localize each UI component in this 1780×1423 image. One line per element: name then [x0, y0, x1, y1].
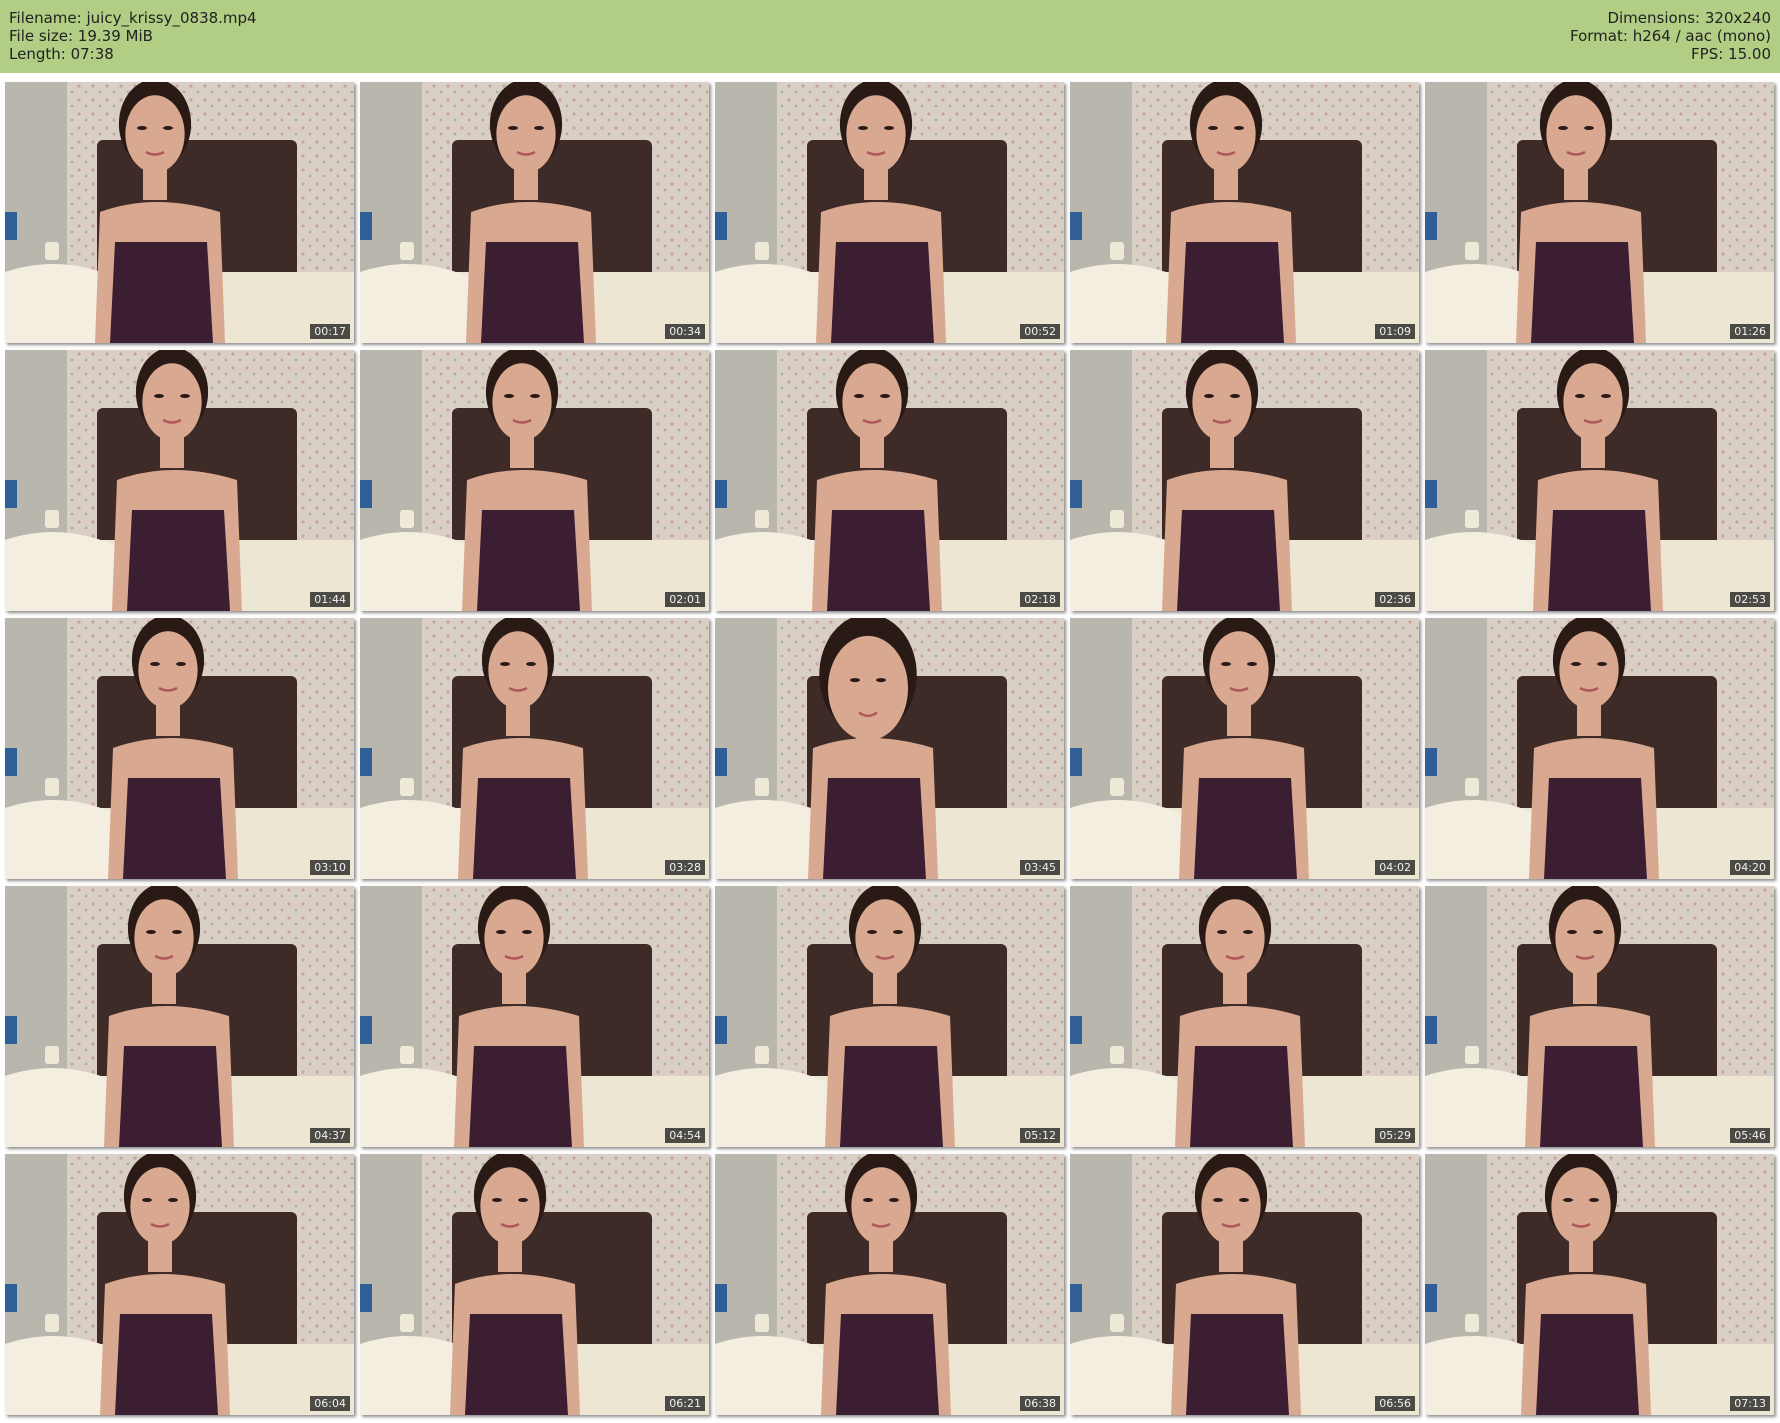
fps-line: FPS: 15.00 — [1570, 45, 1771, 63]
timestamp-label: 05:46 — [1730, 1128, 1770, 1143]
video-thumbnail[interactable]: 06:38 — [715, 1154, 1064, 1415]
timestamp-label: 00:52 — [1020, 324, 1060, 339]
video-thumbnail[interactable]: 00:52 — [715, 82, 1064, 343]
fps-label: FPS: — [1691, 45, 1724, 63]
filesize-line: File size: 19.39 MiB — [9, 27, 257, 45]
video-frame-image — [1070, 350, 1419, 611]
video-frame-image — [360, 618, 709, 879]
video-frame-image — [5, 1154, 354, 1415]
video-thumbnail[interactable]: 04:37 — [5, 886, 354, 1147]
timestamp-label: 01:09 — [1375, 324, 1415, 339]
video-thumbnail[interactable]: 05:46 — [1425, 886, 1774, 1147]
video-frame-image — [360, 350, 709, 611]
video-thumbnail[interactable]: 05:29 — [1070, 886, 1419, 1147]
video-thumbnail[interactable]: 00:17 — [5, 82, 354, 343]
timestamp-label: 04:02 — [1375, 860, 1415, 875]
length-line: Length: 07:38 — [9, 45, 257, 63]
fps-value: 15.00 — [1728, 45, 1771, 63]
filename-line: Filename: juicy_krissy_0838.mp4 — [9, 9, 257, 27]
video-thumbnail[interactable]: 04:02 — [1070, 618, 1419, 879]
video-thumbnail[interactable]: 06:56 — [1070, 1154, 1419, 1415]
video-frame-image — [360, 82, 709, 343]
format-line: Format: h264 / aac (mono) — [1570, 27, 1771, 45]
timestamp-label: 02:53 — [1730, 592, 1770, 607]
video-thumbnail[interactable]: 01:09 — [1070, 82, 1419, 343]
video-thumbnail[interactable]: 02:36 — [1070, 350, 1419, 611]
video-frame-image — [360, 886, 709, 1147]
video-thumbnail[interactable]: 04:20 — [1425, 618, 1774, 879]
video-frame-image — [1070, 82, 1419, 343]
timestamp-label: 06:04 — [310, 1396, 350, 1411]
length-value: 07:38 — [70, 45, 114, 63]
timestamp-label: 07:13 — [1730, 1396, 1770, 1411]
video-frame-image — [5, 350, 354, 611]
video-thumbnail[interactable]: 01:26 — [1425, 82, 1774, 343]
video-frame-image — [1425, 886, 1774, 1147]
video-thumbnail[interactable]: 02:18 — [715, 350, 1064, 611]
timestamp-label: 03:28 — [665, 860, 705, 875]
video-frame-image — [715, 350, 1064, 611]
video-frame-image — [1070, 1154, 1419, 1415]
video-frame-image — [1070, 618, 1419, 879]
filename-label: Filename: — [9, 9, 82, 27]
video-thumbnail[interactable]: 07:13 — [1425, 1154, 1774, 1415]
timestamp-label: 02:01 — [665, 592, 705, 607]
video-thumbnail[interactable]: 01:44 — [5, 350, 354, 611]
timestamp-label: 06:38 — [1020, 1396, 1060, 1411]
file-info-left: Filename: juicy_krissy_0838.mp4 File siz… — [9, 9, 257, 63]
info-header: Filename: juicy_krissy_0838.mp4 File siz… — [0, 0, 1780, 73]
timestamp-label: 05:12 — [1020, 1128, 1060, 1143]
timestamp-label: 00:34 — [665, 324, 705, 339]
timestamp-label: 02:36 — [1375, 592, 1415, 607]
timestamp-label: 04:37 — [310, 1128, 350, 1143]
filesize-label: File size: — [9, 27, 74, 45]
dimensions-line: Dimensions: 320x240 — [1570, 9, 1771, 27]
video-frame-image — [715, 1154, 1064, 1415]
video-thumbnail[interactable]: 03:45 — [715, 618, 1064, 879]
dimensions-label: Dimensions: — [1607, 9, 1701, 27]
video-frame-image — [715, 618, 1064, 879]
thumbnail-grid: 00:17 00:34 00:52 01:09 01:26 01:44 02:01 02:18… — [5, 82, 1777, 1415]
timestamp-label: 00:17 — [310, 324, 350, 339]
video-frame-image — [5, 886, 354, 1147]
video-frame-image — [1425, 82, 1774, 343]
video-thumbnail[interactable]: 03:10 — [5, 618, 354, 879]
format-value: h264 / aac (mono) — [1632, 27, 1771, 45]
video-frame-image — [360, 1154, 709, 1415]
timestamp-label: 01:44 — [310, 592, 350, 607]
timestamp-label: 03:45 — [1020, 860, 1060, 875]
video-thumbnail[interactable]: 04:54 — [360, 886, 709, 1147]
video-frame-image — [1070, 886, 1419, 1147]
video-frame-image — [1425, 1154, 1774, 1415]
timestamp-label: 03:10 — [310, 860, 350, 875]
video-thumbnail[interactable]: 03:28 — [360, 618, 709, 879]
filename-value: juicy_krissy_0838.mp4 — [86, 9, 257, 27]
timestamp-label: 06:56 — [1375, 1396, 1415, 1411]
video-thumbnail[interactable]: 02:01 — [360, 350, 709, 611]
timestamp-label: 06:21 — [665, 1396, 705, 1411]
length-label: Length: — [9, 45, 66, 63]
video-thumbnail[interactable]: 05:12 — [715, 886, 1064, 1147]
filesize-value: 19.39 MiB — [77, 27, 153, 45]
video-frame-image — [715, 82, 1064, 343]
video-frame-image — [1425, 618, 1774, 879]
video-frame-image — [5, 82, 354, 343]
video-thumbnail[interactable]: 06:21 — [360, 1154, 709, 1415]
timestamp-label: 05:29 — [1375, 1128, 1415, 1143]
video-frame-image — [5, 618, 354, 879]
video-thumbnail[interactable]: 06:04 — [5, 1154, 354, 1415]
format-label: Format: — [1569, 27, 1628, 45]
timestamp-label: 02:18 — [1020, 592, 1060, 607]
timestamp-label: 01:26 — [1730, 324, 1770, 339]
video-thumbnail[interactable]: 00:34 — [360, 82, 709, 343]
timestamp-label: 04:54 — [665, 1128, 705, 1143]
video-thumbnail[interactable]: 02:53 — [1425, 350, 1774, 611]
dimensions-value: 320x240 — [1704, 9, 1771, 27]
file-info-right: Dimensions: 320x240 Format: h264 / aac (… — [1570, 9, 1771, 63]
video-frame-image — [715, 886, 1064, 1147]
timestamp-label: 04:20 — [1730, 860, 1770, 875]
video-frame-image — [1425, 350, 1774, 611]
